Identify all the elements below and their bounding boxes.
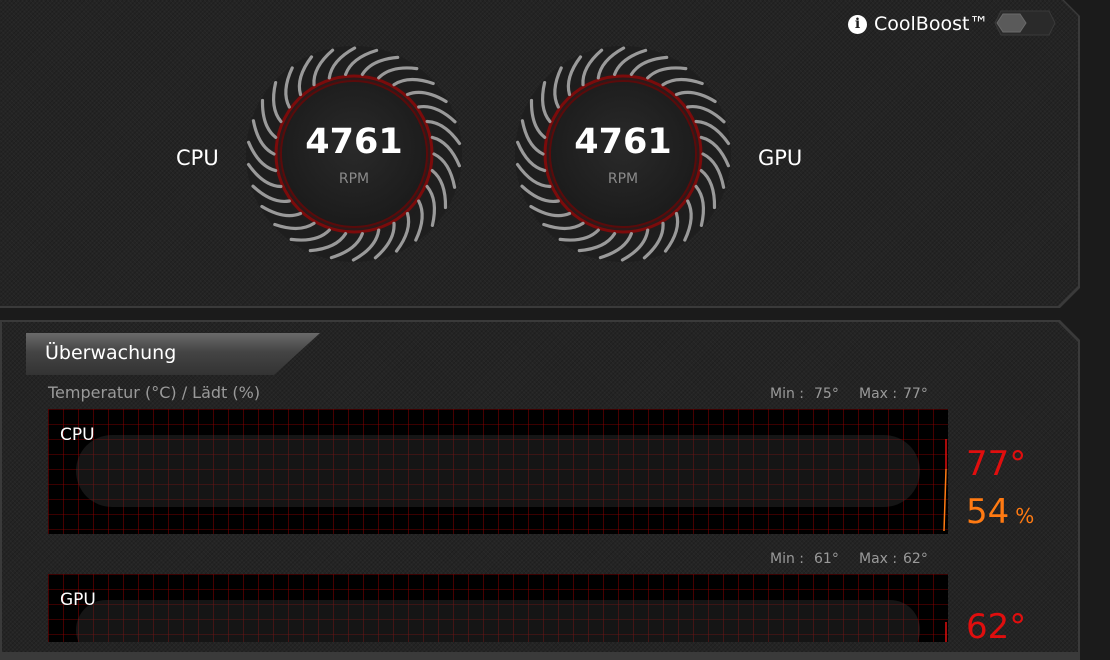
info-icon[interactable]: i <box>848 14 867 34</box>
gpu-fan-label: GPU <box>758 146 803 170</box>
cpu-graph-trace <box>943 439 947 532</box>
cpu-min-label: Min : <box>770 386 805 402</box>
cpu-max-label: Max : <box>859 386 898 402</box>
gpu-graph-label: GPU <box>60 590 96 610</box>
section-title: Temperatur (°C) / Lädt (%) <box>48 383 261 402</box>
gpu-fan-rpm: 4761 <box>574 122 672 162</box>
cpu-fan-rpm-unit: RPM <box>338 171 370 187</box>
gpu-max-label: Max : <box>859 551 898 567</box>
cpu-fan-rpm: 4761 <box>305 122 403 162</box>
cpu-fan-gauge: 4761 RPM <box>244 44 464 264</box>
cpu-graph: CPU <box>48 409 948 534</box>
gpu-fan-gauge: 4761 RPM <box>513 44 733 264</box>
tab-monitoring-label: Überwachung <box>45 342 177 364</box>
cpu-graph-label: CPU <box>60 425 95 445</box>
toggle-knob <box>996 13 1027 33</box>
cpu-max-value: 77° <box>903 386 928 402</box>
cpu-min-value: 75° <box>814 386 839 402</box>
cpu-load-value: 54 <box>966 492 1010 532</box>
cpu-load: 54% <box>966 492 1034 532</box>
cpu-load-unit: % <box>1015 504 1035 528</box>
gpu-fan-rpm-unit: RPM <box>607 171 639 187</box>
coolboost-label: CoolBoost™ <box>874 13 989 35</box>
gpu-graph-trace <box>945 622 947 642</box>
gpu-graph: GPU <box>48 574 948 642</box>
gpu-temperature: 62° <box>966 607 1027 647</box>
cpu-temperature: 77° <box>966 444 1027 484</box>
coolboost-toggle[interactable] <box>994 10 1056 36</box>
cpu-fan-label: CPU <box>176 146 219 170</box>
coolboost: i CoolBoost™ <box>848 12 988 36</box>
gpu-max-value: 62° <box>903 551 928 567</box>
gpu-min-label: Min : <box>770 551 805 567</box>
gpu-min-value: 61° <box>814 551 839 567</box>
